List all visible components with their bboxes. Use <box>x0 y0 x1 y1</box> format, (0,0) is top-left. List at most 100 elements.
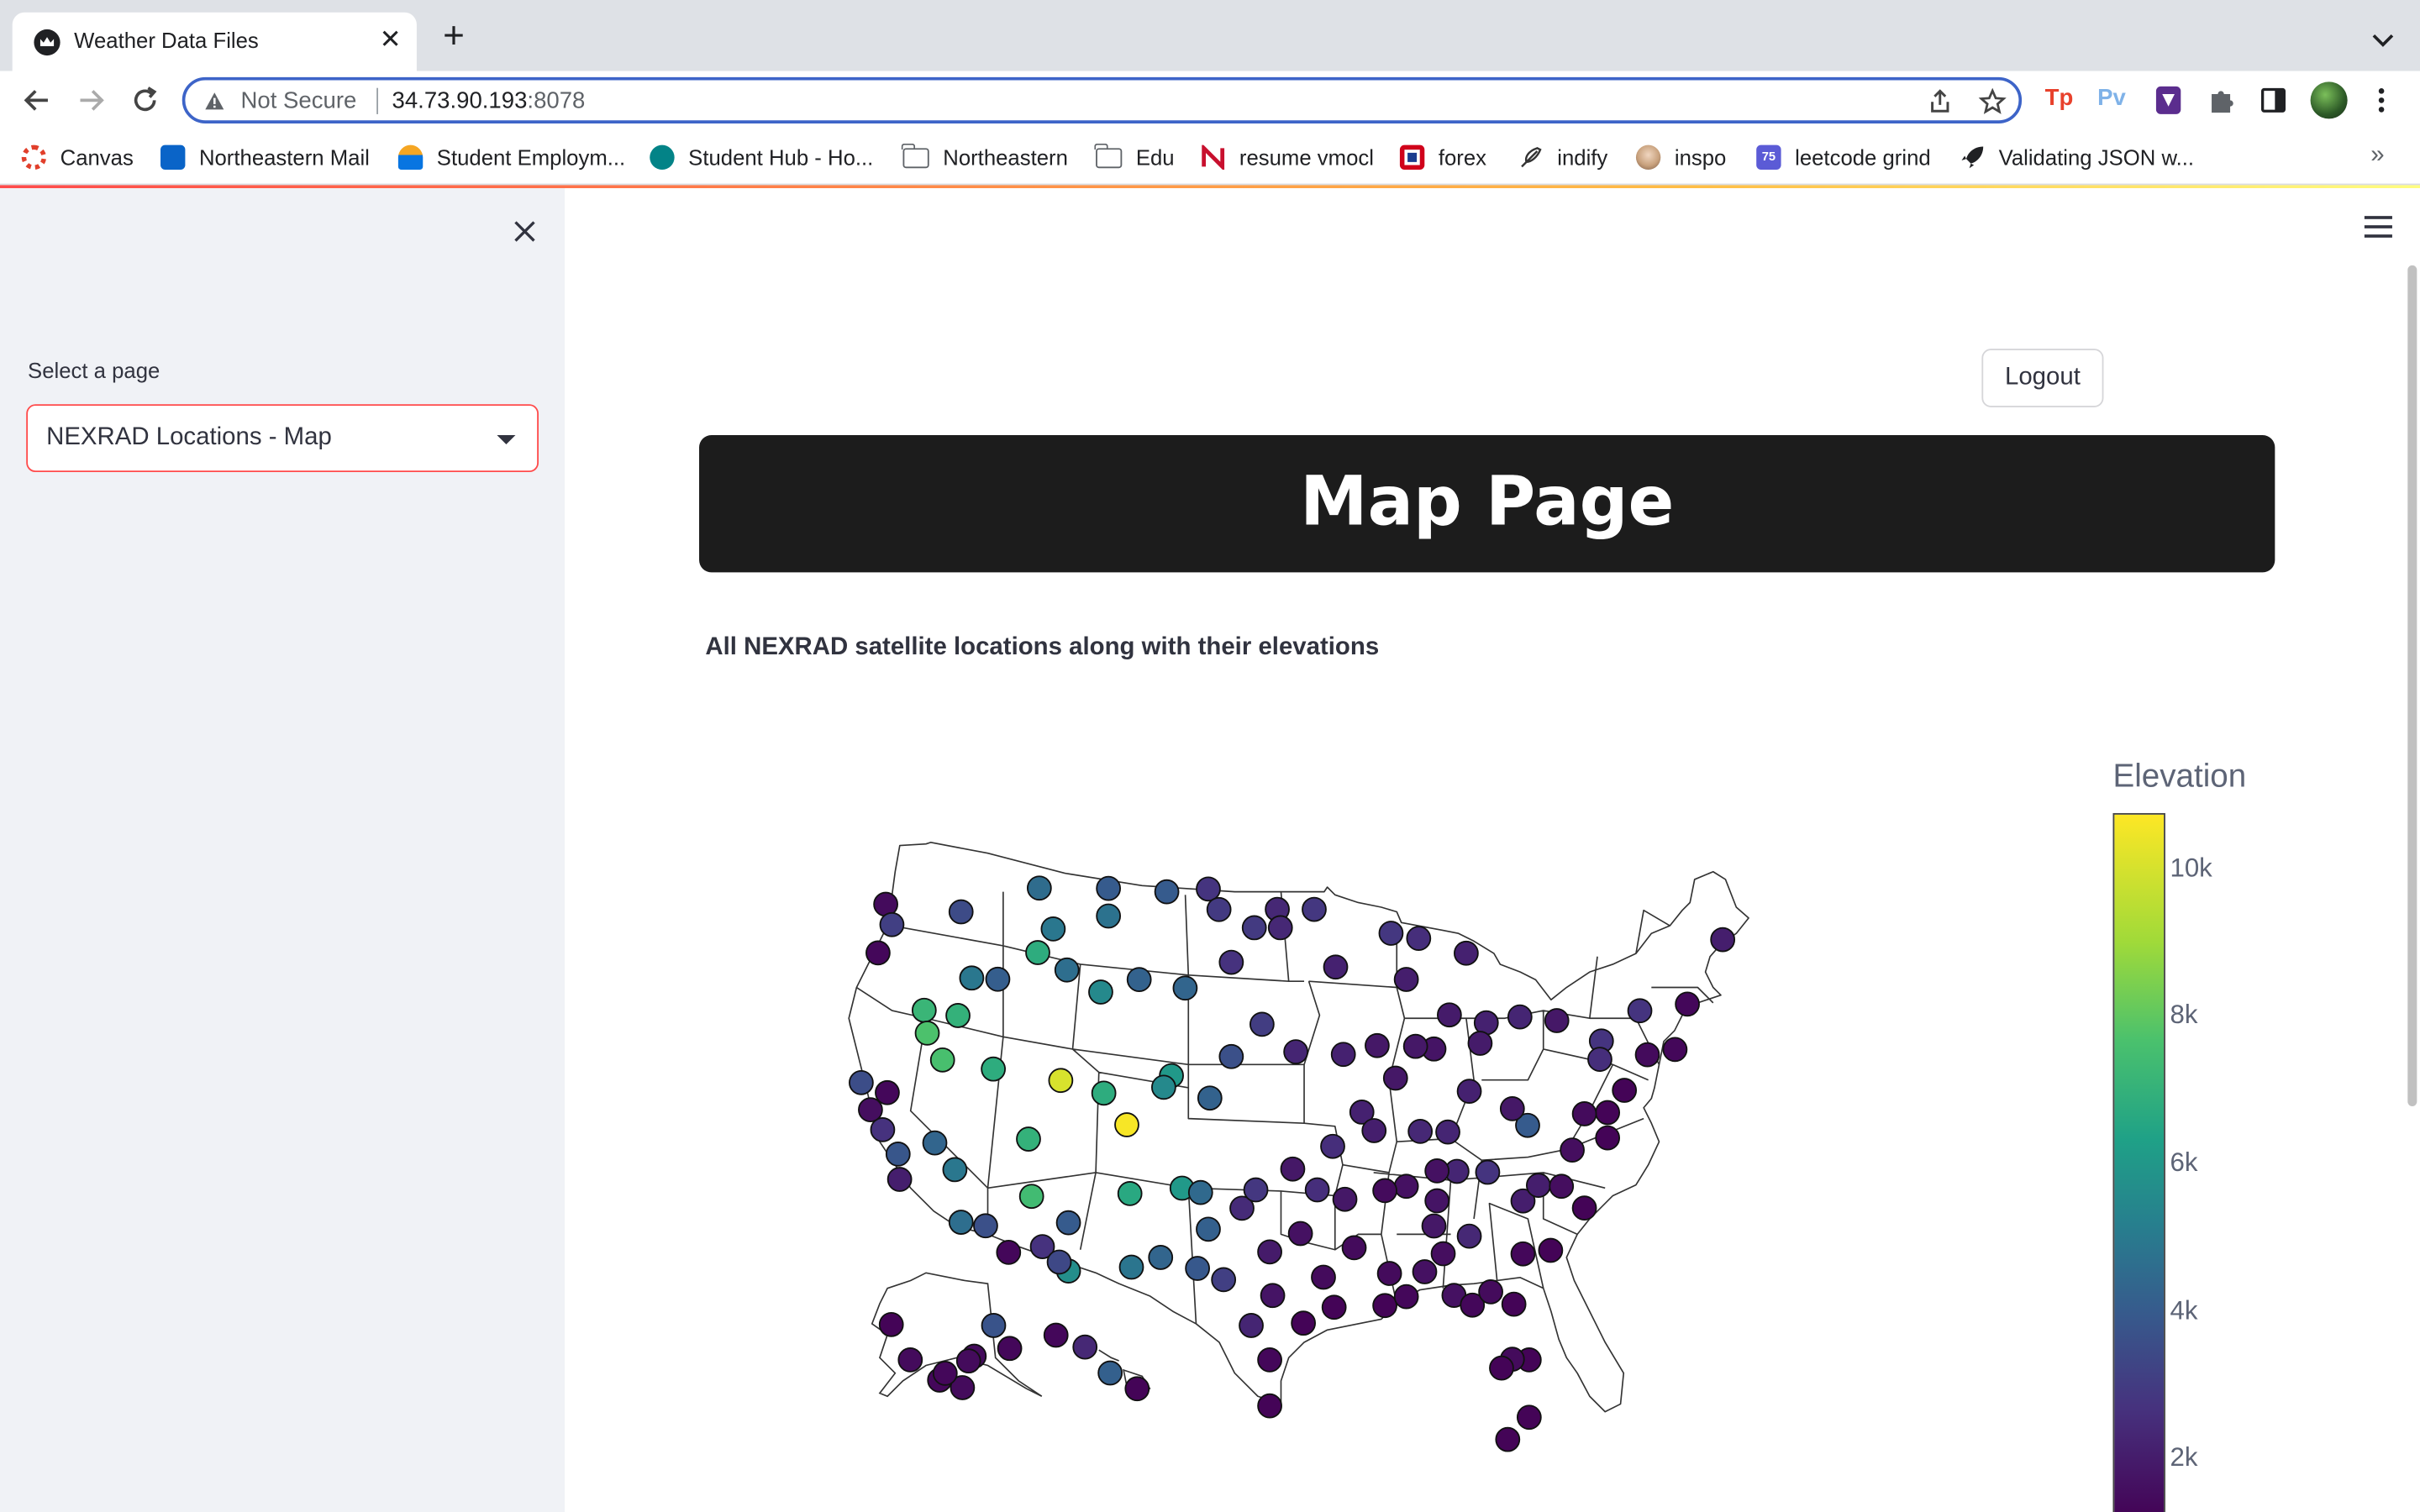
station-marker[interactable] <box>1287 1221 1313 1247</box>
station-marker[interactable] <box>1361 1118 1387 1143</box>
station-marker[interactable] <box>1407 1119 1434 1144</box>
station-marker[interactable] <box>1675 991 1700 1017</box>
station-marker[interactable] <box>945 1003 971 1028</box>
new-tab-plus-icon[interactable]: + <box>439 18 470 55</box>
bookmark-northeastern-mail[interactable]: Northeastern Mail <box>160 144 370 171</box>
station-marker[interactable] <box>973 1213 998 1239</box>
station-marker[interactable] <box>1320 1133 1345 1159</box>
station-marker[interactable] <box>1091 1080 1117 1106</box>
station-marker[interactable] <box>1257 1393 1282 1419</box>
bookmark-student-employment[interactable]: Student Employm... <box>397 144 625 171</box>
station-marker[interactable] <box>1435 1119 1460 1145</box>
station-marker[interactable] <box>1257 1239 1282 1265</box>
station-marker[interactable] <box>981 1313 1007 1338</box>
station-marker[interactable] <box>1196 876 1221 902</box>
station-marker[interactable] <box>1211 1267 1237 1293</box>
share-icon[interactable] <box>1926 88 1954 116</box>
station-marker[interactable] <box>1072 1334 1098 1360</box>
station-marker[interactable] <box>997 1336 1023 1362</box>
reload-icon[interactable] <box>128 83 161 117</box>
extension-shield-icon[interactable] <box>2154 85 2182 116</box>
station-marker[interactable] <box>1114 1112 1139 1137</box>
station-marker[interactable] <box>1040 916 1066 942</box>
station-marker[interactable] <box>1662 1037 1688 1063</box>
station-marker[interactable] <box>1054 957 1080 983</box>
station-marker[interactable] <box>1627 998 1653 1024</box>
bookmarks-overflow-chevron[interactable]: » <box>2370 142 2384 170</box>
station-marker[interactable] <box>1560 1137 1585 1163</box>
station-marker[interactable] <box>1025 940 1050 965</box>
bookmark-folder-edu[interactable]: Edu <box>1094 142 1175 171</box>
station-marker[interactable] <box>1510 1241 1536 1267</box>
station-marker[interactable] <box>1421 1213 1447 1239</box>
station-marker[interactable] <box>1096 875 1122 901</box>
station-marker[interactable] <box>1525 1173 1551 1199</box>
station-marker[interactable] <box>1187 1179 1213 1205</box>
station-marker[interactable] <box>1117 1181 1143 1206</box>
station-marker[interactable] <box>1283 1039 1308 1064</box>
station-marker[interactable] <box>1587 1047 1612 1072</box>
station-marker[interactable] <box>1088 979 1113 1005</box>
station-marker[interactable] <box>1154 879 1180 905</box>
station-marker[interactable] <box>1501 1291 1527 1317</box>
station-marker[interactable] <box>1376 1261 1402 1286</box>
station-marker[interactable] <box>1321 1294 1347 1320</box>
station-marker[interactable] <box>914 1020 940 1046</box>
station-marker[interactable] <box>1456 1079 1482 1105</box>
station-marker[interactable] <box>959 965 985 991</box>
station-marker[interactable] <box>1241 915 1267 941</box>
station-marker[interactable] <box>1456 1223 1482 1249</box>
station-marker[interactable] <box>897 1347 923 1373</box>
station-marker[interactable] <box>1571 1195 1597 1221</box>
station-marker[interactable] <box>1197 1085 1223 1111</box>
tab-search-chevron-icon[interactable] <box>2368 24 2399 55</box>
station-marker[interactable] <box>1151 1074 1176 1100</box>
station-marker[interactable] <box>1544 1008 1570 1033</box>
station-marker[interactable] <box>1243 1177 1269 1203</box>
station-marker[interactable] <box>1118 1254 1144 1280</box>
station-marker[interactable] <box>1393 1173 1419 1200</box>
station-marker[interactable] <box>1549 1173 1575 1200</box>
station-marker[interactable] <box>1124 1376 1150 1402</box>
station-marker[interactable] <box>1467 1031 1493 1056</box>
station-marker[interactable] <box>1218 1043 1244 1069</box>
station-marker[interactable] <box>1507 1004 1533 1030</box>
station-marker[interactable] <box>1196 1216 1221 1242</box>
bookmark-resume-vmocl[interactable]: resume vmocl <box>1201 144 1374 171</box>
station-marker[interactable] <box>1260 1283 1286 1309</box>
forward-arrow-icon[interactable] <box>74 83 108 117</box>
station-marker[interactable] <box>1267 915 1293 941</box>
station-marker[interactable] <box>1612 1078 1638 1103</box>
station-marker[interactable] <box>1055 1210 1081 1236</box>
station-marker[interactable] <box>1499 1095 1525 1121</box>
station-marker[interactable] <box>1249 1011 1275 1037</box>
station-marker[interactable] <box>1046 1249 1072 1275</box>
back-arrow-icon[interactable] <box>20 83 54 117</box>
station-marker[interactable] <box>1218 949 1244 975</box>
station-marker[interactable] <box>981 1056 1006 1082</box>
station-marker[interactable] <box>1436 1002 1462 1028</box>
tab-close-icon[interactable]: ✕ <box>376 24 404 55</box>
station-marker[interactable] <box>1239 1313 1264 1338</box>
station-marker[interactable] <box>1026 875 1052 901</box>
station-marker[interactable] <box>1311 1264 1336 1290</box>
station-marker[interactable] <box>1018 1184 1044 1210</box>
station-marker[interactable] <box>885 1142 911 1167</box>
station-marker[interactable] <box>1489 1355 1514 1381</box>
station-marker[interactable] <box>1424 1188 1450 1214</box>
kebab-menu-icon[interactable] <box>2370 85 2392 116</box>
station-marker[interactable] <box>1185 1256 1211 1281</box>
station-marker[interactable] <box>1172 975 1198 1001</box>
bookmark-student-hub[interactable]: Student Hub - Ho... <box>650 144 873 171</box>
station-marker[interactable] <box>1393 967 1419 992</box>
bookmark-indify[interactable]: indify <box>1518 144 1607 171</box>
close-sidebar-icon[interactable] <box>509 216 540 247</box>
station-marker[interactable] <box>1406 926 1432 951</box>
station-marker[interactable] <box>942 1157 968 1183</box>
side-panel-icon[interactable] <box>2260 85 2287 116</box>
station-marker[interactable] <box>996 1240 1022 1265</box>
bookmark-validating-json[interactable]: Validating JSON w... <box>1960 144 2194 171</box>
station-marker[interactable] <box>1372 1293 1397 1319</box>
station-marker[interactable] <box>929 1047 955 1073</box>
station-marker[interactable] <box>1332 1186 1358 1212</box>
